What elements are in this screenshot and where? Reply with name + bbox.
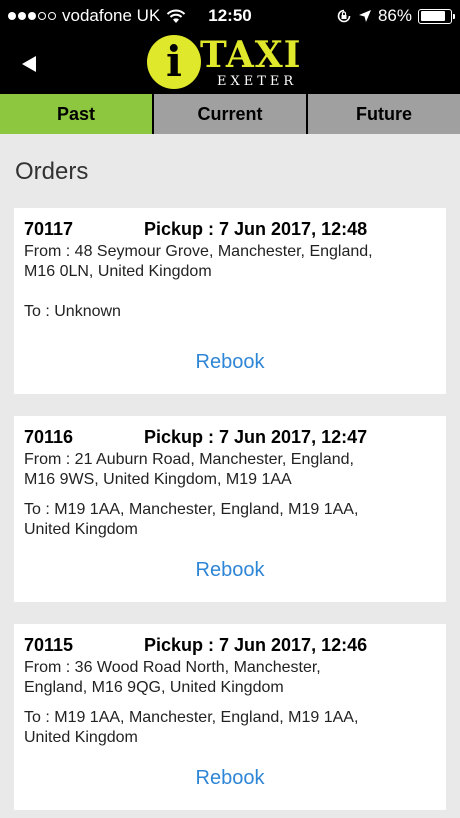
- status-bar: vodafone UK 12:50 86%: [0, 0, 460, 32]
- order-id: 70116: [24, 427, 74, 447]
- app-header: i TAXI EXETER: [0, 32, 460, 94]
- orders-tab-bar: Past Current Future: [0, 94, 460, 134]
- tab-past[interactable]: Past: [0, 94, 152, 134]
- logo-badge: i: [147, 35, 201, 89]
- order-list: 70117 Pickup : 7 Jun 2017, 12:48 From : …: [14, 208, 446, 818]
- order-card: 70115 Pickup : 7 Jun 2017, 12:46 From : …: [14, 624, 446, 810]
- order-pickup-time: Pickup : 7 Jun 2017, 12:47: [144, 427, 368, 447]
- app-logo: i TAXI EXETER: [147, 35, 312, 91]
- order-id: 70117: [24, 219, 74, 239]
- order-to-line2: United Kingdom: [24, 729, 138, 746]
- order-from-line2: M16 9WS, United Kingdom, M19 1AA: [24, 471, 292, 488]
- order-from-line1: From : 21 Auburn Road, Manchester, Engla…: [24, 451, 354, 468]
- tab-current[interactable]: Current: [152, 94, 306, 134]
- rebook-button[interactable]: Rebook: [14, 767, 446, 790]
- order-from-line1: From : 36 Wood Road North, Manchester,: [24, 659, 321, 676]
- page-title: Orders: [15, 158, 89, 185]
- location-arrow-icon: [358, 10, 371, 22]
- back-arrow-icon: [22, 56, 36, 72]
- order-to-line1: To : Unknown: [24, 303, 121, 320]
- tab-future[interactable]: Future: [306, 94, 460, 134]
- rebook-button[interactable]: Rebook: [14, 559, 446, 582]
- order-pickup-time: Pickup : 7 Jun 2017, 12:48: [144, 219, 368, 239]
- back-button[interactable]: [14, 49, 44, 79]
- order-card: 70116 Pickup : 7 Jun 2017, 12:47 From : …: [14, 416, 446, 602]
- order-card: 70117 Pickup : 7 Jun 2017, 12:48 From : …: [14, 208, 446, 394]
- carrier-name: vodafone UK: [62, 6, 161, 25]
- order-to-line2: United Kingdom: [24, 521, 138, 538]
- logo-letter: i: [166, 37, 182, 86]
- order-from-line2: M16 0LN, United Kingdom: [24, 263, 212, 280]
- orientation-lock-icon: [337, 9, 351, 23]
- order-pickup-time: Pickup : 7 Jun 2017, 12:46: [144, 635, 368, 655]
- signal-dots-icon: [8, 12, 56, 20]
- battery-icon: [418, 8, 455, 24]
- logo-title: TAXI: [200, 34, 302, 76]
- order-to-line1: To : M19 1AA, Manchester, England, M19 1…: [24, 709, 359, 726]
- logo-subtitle: EXETER: [217, 74, 298, 89]
- order-id: 70115: [24, 635, 74, 655]
- order-from-line1: From : 48 Seymour Grove, Manchester, Eng…: [24, 243, 373, 260]
- wifi-icon: [167, 9, 186, 23]
- battery-percent: 86%: [377, 6, 412, 25]
- order-to-line1: To : M19 1AA, Manchester, England, M19 1…: [24, 501, 359, 518]
- rebook-button[interactable]: Rebook: [14, 351, 446, 374]
- order-from-line2: England, M16 9QG, United Kingdom: [24, 679, 284, 696]
